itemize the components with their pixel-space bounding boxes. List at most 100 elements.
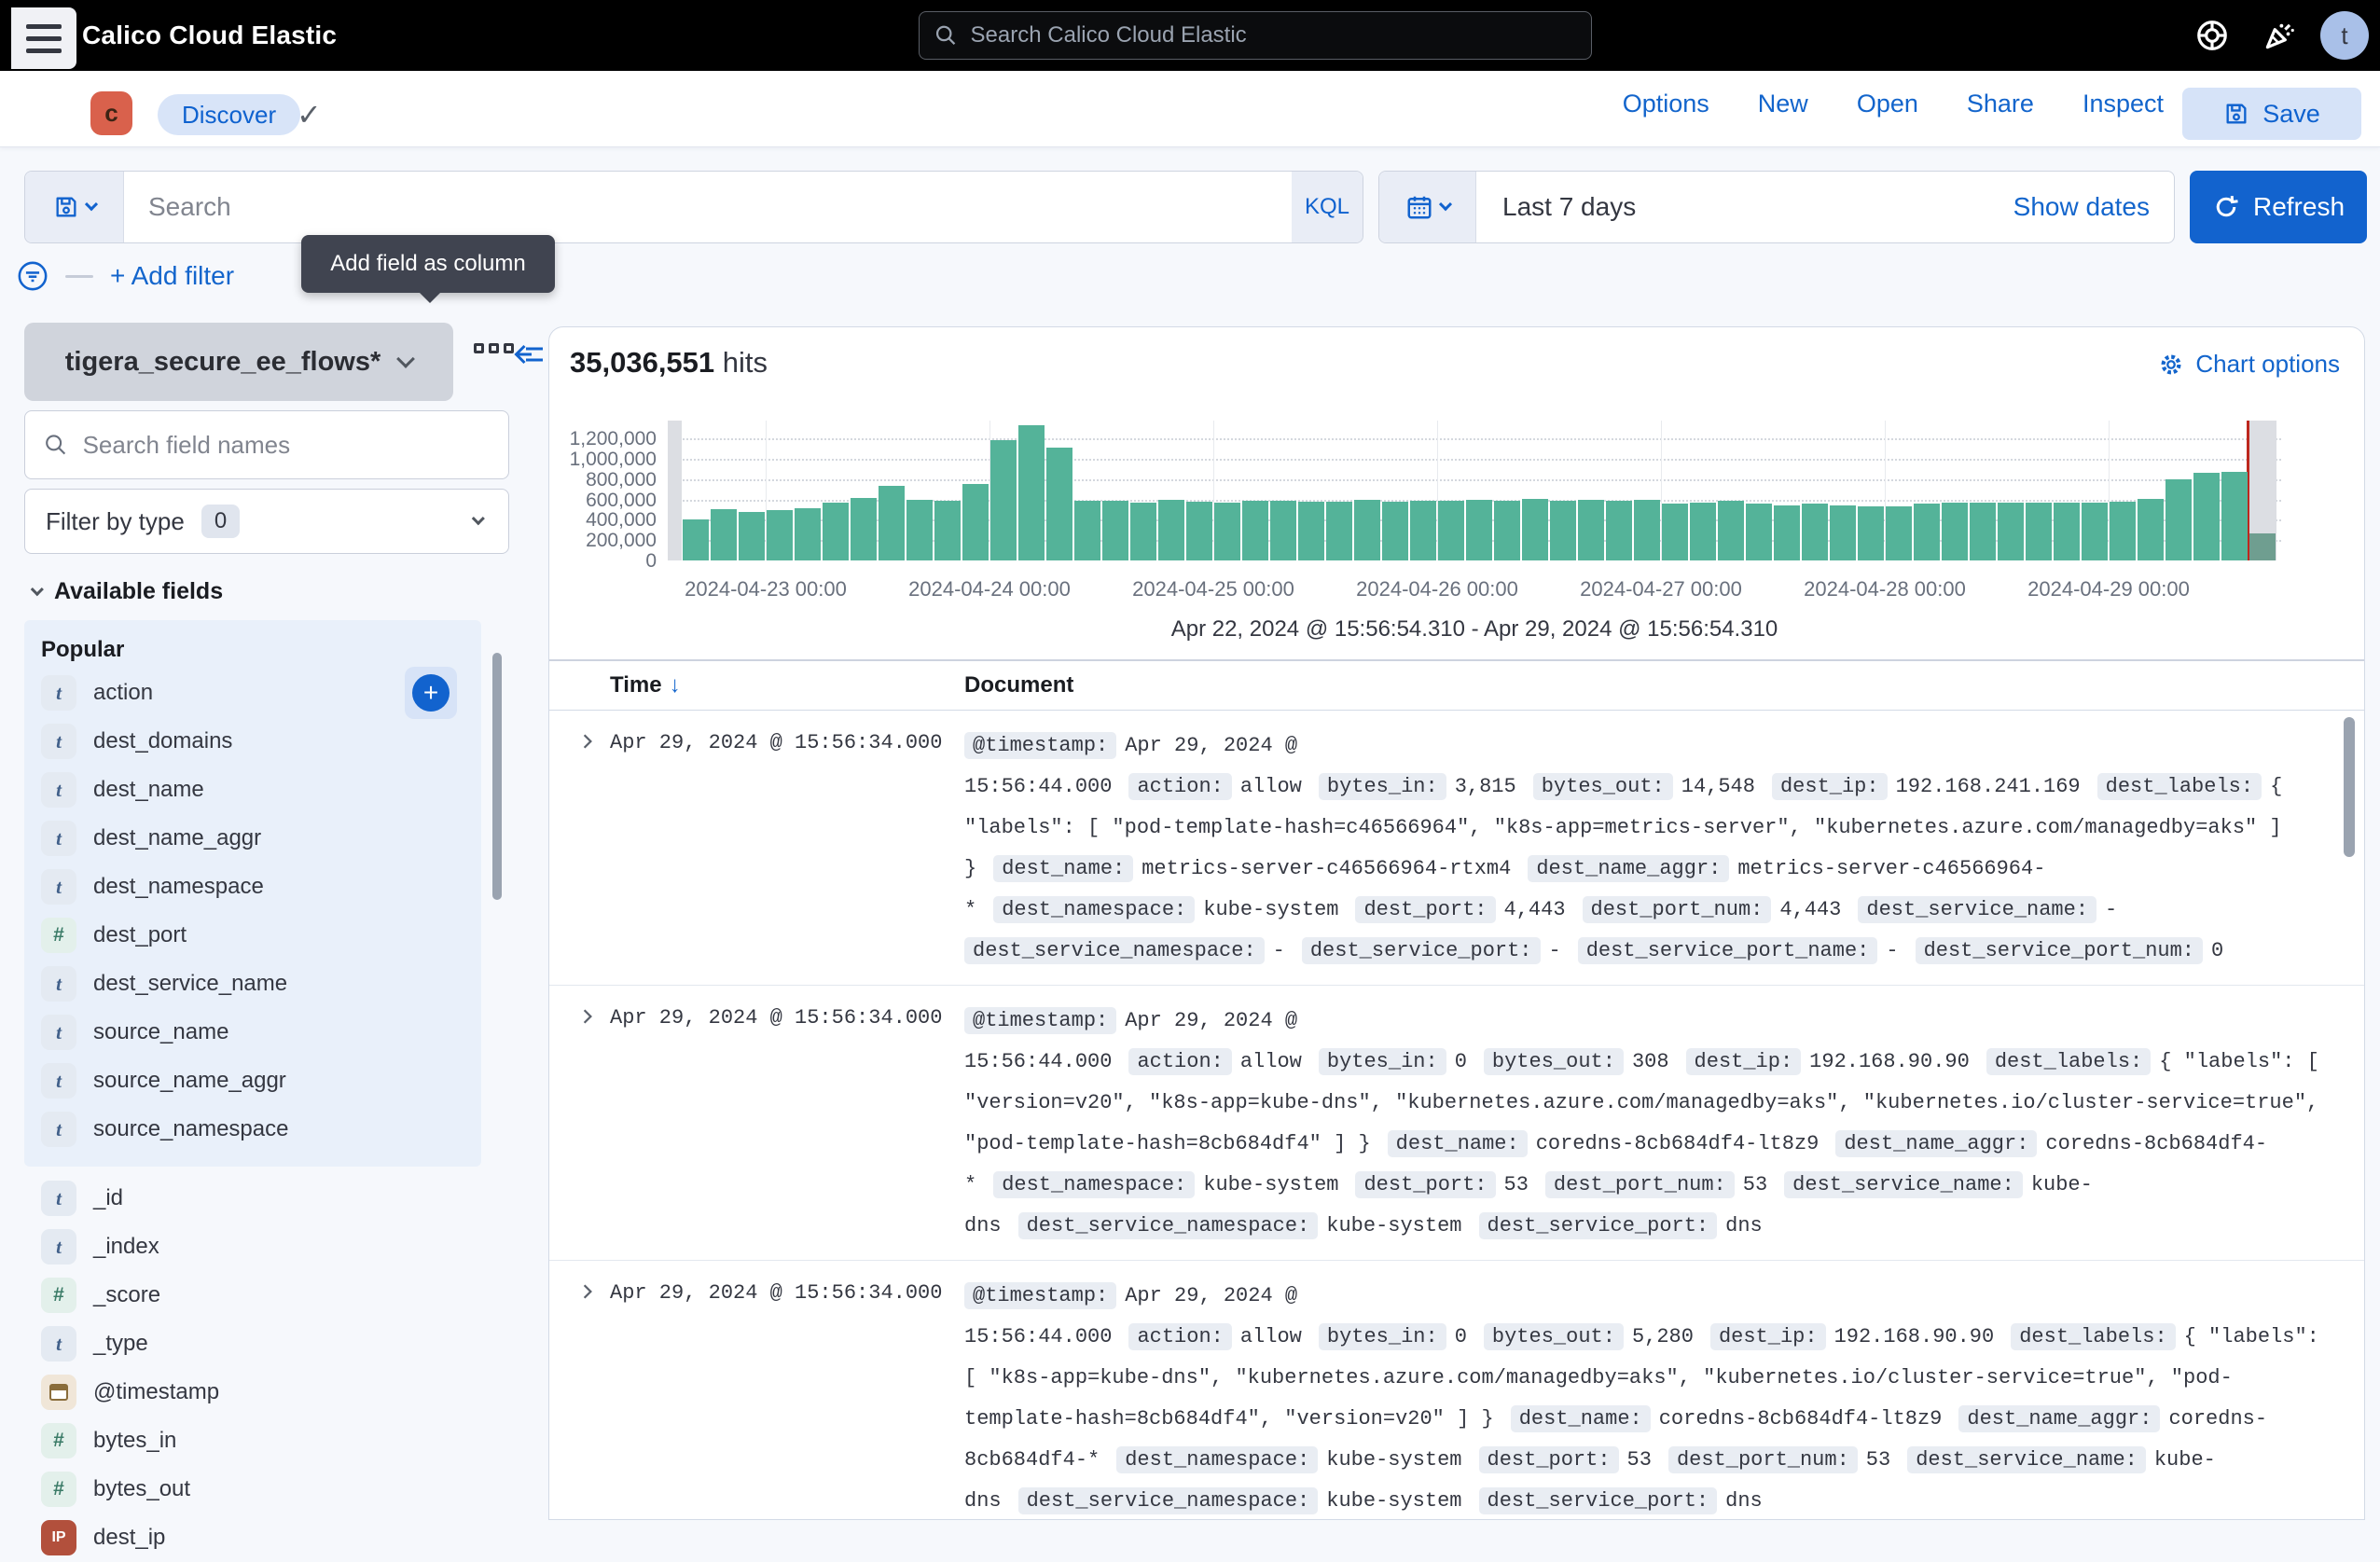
field-search-input[interactable]: [83, 431, 490, 460]
field-item-dest_ip[interactable]: IPdest_ip: [24, 1514, 547, 1562]
histogram-bar[interactable]: [1578, 500, 1604, 560]
histogram-bar[interactable]: [1018, 425, 1045, 560]
nav-link-options[interactable]: Options: [1623, 90, 1709, 118]
histogram-bar[interactable]: [2221, 472, 2248, 560]
histogram-bar[interactable]: [1606, 501, 1632, 560]
add-field-button[interactable]: +: [405, 667, 457, 719]
histogram-bar[interactable]: [906, 500, 933, 560]
saved-query-menu-button[interactable]: [25, 172, 124, 242]
histogram-bar[interactable]: [711, 509, 737, 560]
histogram-bar[interactable]: [1830, 505, 1856, 560]
field-settings-icon[interactable]: [474, 343, 514, 353]
histogram-bar[interactable]: [2110, 502, 2136, 560]
histogram-bar[interactable]: [1746, 504, 1772, 560]
query-language-button[interactable]: KQL: [1292, 172, 1363, 242]
expand-row-button[interactable]: [579, 1008, 596, 1025]
field-item-dest_name[interactable]: tdest_name: [24, 766, 481, 814]
field-item-dest_port[interactable]: #dest_port: [24, 911, 481, 960]
histogram-bar[interactable]: [1886, 506, 1912, 560]
time-range-value[interactable]: Last 7 days: [1502, 192, 1636, 222]
histogram-bar[interactable]: [1858, 506, 1884, 560]
histogram-bar[interactable]: [1270, 501, 1296, 560]
save-button[interactable]: Save: [2182, 88, 2361, 140]
histogram-chart[interactable]: [668, 421, 2281, 560]
user-avatar[interactable]: t: [2320, 11, 2369, 60]
nav-link-open[interactable]: Open: [1857, 90, 1918, 118]
refresh-button[interactable]: Refresh: [2190, 171, 2367, 243]
histogram-bar[interactable]: [1774, 505, 1800, 560]
histogram-bar[interactable]: [1690, 503, 1716, 560]
help-button[interactable]: [2193, 17, 2231, 54]
histogram-bar[interactable]: [1214, 503, 1240, 560]
histogram-bar[interactable]: [1998, 503, 2024, 560]
histogram-bar[interactable]: [1662, 504, 1688, 560]
query-input[interactable]: [148, 192, 1267, 222]
histogram-bar[interactable]: [1242, 501, 1268, 560]
histogram-bar[interactable]: [1634, 500, 1660, 560]
histogram-bar[interactable]: [683, 519, 709, 560]
field-item-_score[interactable]: #_score: [24, 1271, 547, 1320]
histogram-bar[interactable]: [739, 512, 765, 560]
histogram-bar[interactable]: [1802, 504, 1828, 560]
histogram-bar[interactable]: [1046, 448, 1072, 560]
histogram-bar[interactable]: [1466, 500, 1492, 560]
histogram-bar[interactable]: [934, 501, 961, 560]
field-item-source_name[interactable]: tsource_name: [24, 1008, 481, 1057]
histogram-bar[interactable]: [1718, 501, 1744, 560]
histogram-bar[interactable]: [1970, 503, 1996, 560]
global-search-input[interactable]: [971, 22, 1576, 48]
histogram-bar[interactable]: [1298, 502, 1324, 560]
histogram-bar[interactable]: [1410, 501, 1436, 560]
nav-link-inspect[interactable]: Inspect: [2082, 90, 2164, 118]
histogram-bar[interactable]: [1158, 500, 1184, 560]
field-search[interactable]: [24, 410, 509, 479]
histogram-bar[interactable]: [1130, 503, 1156, 560]
table-scrollbar[interactable]: [2344, 717, 2355, 857]
time-column-header[interactable]: Time↓: [610, 672, 681, 698]
field-item-dest_name_aggr[interactable]: tdest_name_aggr: [24, 814, 481, 863]
expand-row-button[interactable]: [579, 733, 596, 750]
field-item-_type[interactable]: t_type: [24, 1320, 547, 1368]
histogram-bar[interactable]: [2138, 499, 2164, 560]
histogram-bar[interactable]: [1382, 502, 1408, 560]
space-badge[interactable]: c: [90, 91, 132, 135]
histogram-bar[interactable]: [767, 510, 793, 560]
histogram-bar[interactable]: [2054, 503, 2080, 560]
field-item-_index[interactable]: t_index: [24, 1223, 547, 1271]
histogram-bar[interactable]: [1522, 499, 1548, 560]
histogram-bar[interactable]: [1186, 502, 1212, 560]
field-item-dest_domains[interactable]: tdest_domains: [24, 717, 481, 766]
field-item-source_name_aggr[interactable]: tsource_name_aggr: [24, 1057, 481, 1105]
histogram-bar[interactable]: [795, 508, 821, 560]
breadcrumb-discover[interactable]: Discover: [158, 94, 300, 135]
expand-row-button[interactable]: [579, 1283, 596, 1300]
histogram-bar[interactable]: [2082, 503, 2108, 560]
histogram-bar[interactable]: [1102, 501, 1128, 560]
field-item-bytes_in[interactable]: #bytes_in: [24, 1417, 547, 1465]
histogram-bar[interactable]: [1438, 501, 1464, 560]
histogram-bar[interactable]: [823, 503, 849, 560]
field-item-source_namespace[interactable]: tsource_namespace: [24, 1105, 481, 1154]
nav-link-new[interactable]: New: [1758, 90, 1808, 118]
filter-icon[interactable]: [17, 260, 48, 292]
chart-options-button[interactable]: Chart options: [2158, 350, 2340, 379]
menu-button[interactable]: [11, 7, 76, 69]
field-item-_id[interactable]: t_id: [24, 1174, 547, 1223]
field-item-action[interactable]: taction+: [24, 669, 481, 717]
histogram-bar[interactable]: [2026, 503, 2052, 560]
histogram-bar[interactable]: [1354, 500, 1380, 560]
nav-link-share[interactable]: Share: [1967, 90, 2034, 118]
show-dates-button[interactable]: Show dates: [2013, 192, 2150, 222]
histogram-bar[interactable]: [1550, 501, 1576, 560]
histogram-bar[interactable]: [1326, 502, 1352, 560]
histogram-bar[interactable]: [1494, 501, 1520, 560]
histogram-bar[interactable]: [1074, 501, 1100, 560]
sidebar-scrollbar[interactable]: [492, 653, 502, 900]
field-item-@timestamp[interactable]: @timestamp: [24, 1368, 547, 1417]
date-quick-select-button[interactable]: [1379, 172, 1476, 242]
global-search[interactable]: [919, 11, 1592, 60]
filter-by-type-select[interactable]: Filter by type 0: [24, 489, 509, 554]
news-button[interactable]: [2261, 17, 2298, 54]
histogram-bar[interactable]: [1914, 504, 1940, 560]
histogram-bar[interactable]: [879, 486, 905, 560]
